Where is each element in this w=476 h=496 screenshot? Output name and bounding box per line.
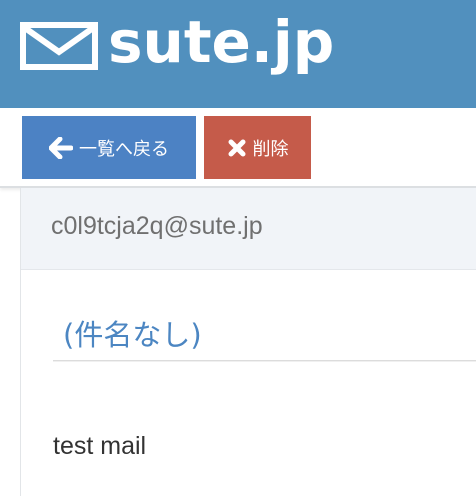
address-bar: c0l9tcja2q@sute.jp (21, 188, 476, 270)
arrow-left-icon (49, 136, 73, 159)
subject-divider (53, 360, 476, 362)
header-bar: sute.jp (0, 0, 476, 108)
toolbar: 一覧へ戻る 削除 (0, 108, 476, 188)
mail-panel: c0l9tcja2q@sute.jp (件名なし) test mail (20, 188, 476, 496)
mail-body: test mail (53, 432, 147, 460)
delete-button-label: 削除 (252, 138, 289, 160)
logo-text[interactable]: sute.jp (108, 2, 334, 82)
mail-address: c0l9tcja2q@sute.jp (51, 212, 263, 240)
back-button-label: 一覧へ戻る (79, 138, 169, 160)
envelope-icon (20, 22, 98, 70)
back-to-list-button[interactable]: 一覧へ戻る (22, 116, 196, 179)
mail-subject: (件名なし) (63, 318, 202, 352)
close-icon (228, 139, 245, 156)
delete-button[interactable]: 削除 (204, 116, 311, 179)
